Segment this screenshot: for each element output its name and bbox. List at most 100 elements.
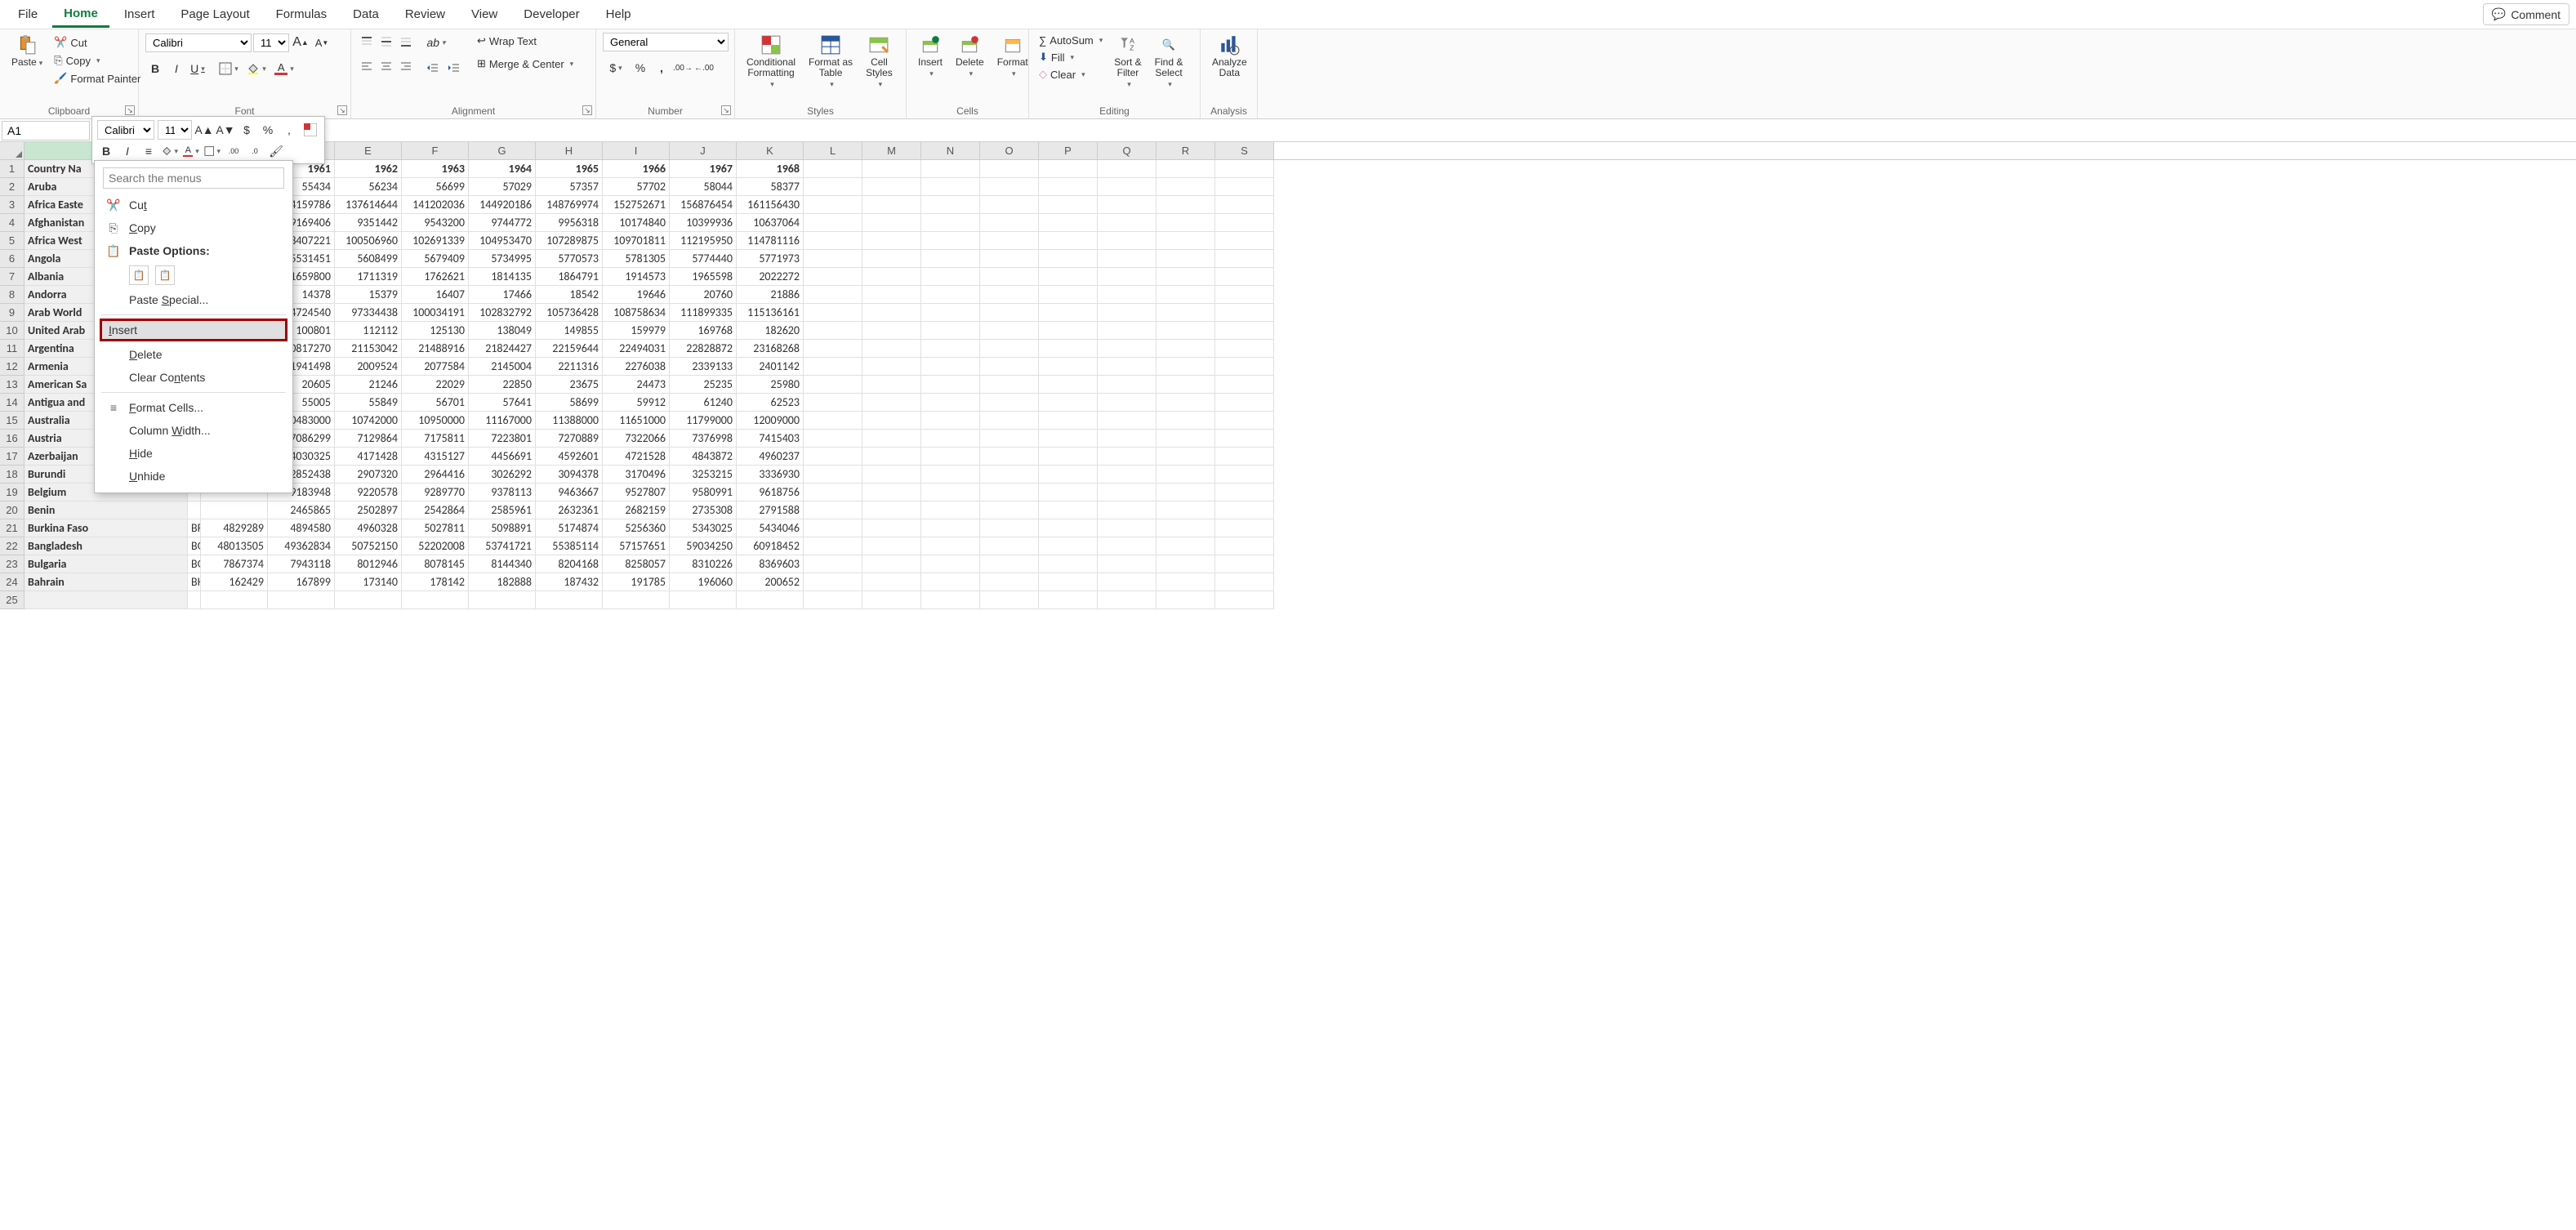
decrease-decimal-button[interactable]: ←.00 [694, 58, 714, 78]
tab-view[interactable]: View [460, 2, 509, 26]
cell[interactable]: 50752150 [335, 537, 402, 555]
cell[interactable] [921, 286, 980, 304]
cell[interactable] [1215, 448, 1274, 466]
cell[interactable] [1157, 466, 1215, 484]
col-header-R[interactable]: R [1157, 142, 1215, 159]
cell[interactable]: 4960328 [335, 519, 402, 537]
font-color-button[interactable]: A [271, 59, 297, 78]
cell[interactable] [1039, 519, 1098, 537]
cell[interactable]: 2542864 [402, 501, 469, 519]
cell[interactable]: 10742000 [335, 412, 402, 430]
cell[interactable] [921, 268, 980, 286]
cell[interactable]: 5781305 [603, 250, 670, 268]
cell[interactable]: 102691339 [402, 232, 469, 250]
cell[interactable]: 1965598 [670, 268, 737, 286]
cell[interactable] [1039, 214, 1098, 232]
cell[interactable] [862, 268, 921, 286]
cell[interactable] [1039, 250, 1098, 268]
cell[interactable]: 19646 [603, 286, 670, 304]
cell[interactable] [980, 286, 1039, 304]
row-header[interactable]: 4 [0, 214, 25, 232]
tab-help[interactable]: Help [595, 2, 643, 26]
cell[interactable]: 1965 [536, 160, 603, 178]
cell[interactable]: 2401142 [737, 358, 804, 376]
row-header[interactable]: 13 [0, 376, 25, 394]
cells-format-button[interactable]: Format [992, 33, 1033, 80]
name-box[interactable] [2, 121, 90, 140]
cell[interactable]: 58377 [737, 178, 804, 196]
cell[interactable] [1157, 178, 1215, 196]
cell[interactable]: 97334438 [335, 304, 402, 322]
row-header[interactable]: 25 [0, 591, 25, 609]
mini-accounting[interactable]: $ [238, 121, 256, 139]
cells-delete-button[interactable]: Delete [951, 33, 989, 80]
cell[interactable] [1215, 358, 1274, 376]
mini-font-select[interactable]: Calibri [97, 120, 154, 140]
cell[interactable]: 55849 [335, 394, 402, 412]
cell[interactable] [804, 358, 862, 376]
cell[interactable] [804, 160, 862, 178]
cell[interactable]: 1814135 [469, 268, 536, 286]
comments-button[interactable]: 💬 Comment [2483, 3, 2569, 25]
worksheet[interactable]: ABCDEFGHIJKLMNOPQRS 1Country Na196119621… [0, 142, 2576, 609]
alignment-dialog-launcher[interactable]: ↘ [582, 105, 592, 115]
mini-format-painter[interactable]: 🖌 [267, 142, 285, 160]
cell[interactable] [921, 196, 980, 214]
cell[interactable]: 112195950 [670, 232, 737, 250]
cell[interactable] [25, 591, 188, 609]
ctx-paste-default[interactable]: 📋 [129, 265, 149, 285]
cell[interactable]: 58044 [670, 178, 737, 196]
merge-center-button[interactable]: ⊞Merge & Center [474, 56, 577, 72]
cell[interactable]: 25980 [737, 376, 804, 394]
cell[interactable] [804, 412, 862, 430]
clipboard-dialog-launcher[interactable]: ↘ [125, 105, 135, 115]
cell[interactable] [804, 430, 862, 448]
col-header-I[interactable]: I [603, 142, 670, 159]
cell[interactable]: 5774440 [670, 250, 737, 268]
cell[interactable]: 5608499 [335, 250, 402, 268]
align-middle-icon[interactable] [377, 33, 395, 51]
cell[interactable]: 4592601 [536, 448, 603, 466]
cell[interactable]: 24473 [603, 376, 670, 394]
cell[interactable] [1215, 591, 1274, 609]
col-header-H[interactable]: H [536, 142, 603, 159]
cell[interactable]: 1963 [402, 160, 469, 178]
cell[interactable] [1098, 160, 1157, 178]
orientation-button[interactable]: ab [423, 33, 449, 52]
cell[interactable]: 60918452 [737, 537, 804, 555]
cell[interactable] [1039, 394, 1098, 412]
cell[interactable]: 22828872 [670, 340, 737, 358]
cell[interactable]: 61240 [670, 394, 737, 412]
cell[interactable] [862, 448, 921, 466]
cell[interactable] [980, 268, 1039, 286]
cell[interactable] [1215, 573, 1274, 591]
cell[interactable] [1098, 466, 1157, 484]
cell[interactable]: 21153042 [335, 340, 402, 358]
cell[interactable]: 3026292 [469, 466, 536, 484]
row-header[interactable]: 15 [0, 412, 25, 430]
cell[interactable]: 2964416 [402, 466, 469, 484]
cell[interactable] [980, 322, 1039, 340]
sort-filter-button[interactable]: AZSort &Filter [1109, 33, 1146, 91]
cell[interactable]: 57029 [469, 178, 536, 196]
tab-insert[interactable]: Insert [113, 2, 167, 26]
cell[interactable] [921, 519, 980, 537]
cell[interactable] [862, 591, 921, 609]
cell[interactable]: 7943118 [268, 555, 335, 573]
cell[interactable]: 8078145 [402, 555, 469, 573]
cell[interactable]: 57641 [469, 394, 536, 412]
cell[interactable] [1215, 555, 1274, 573]
increase-font-icon[interactable]: A▲ [291, 33, 310, 52]
cell[interactable] [862, 178, 921, 196]
cell[interactable] [921, 394, 980, 412]
cell[interactable]: 114781116 [737, 232, 804, 250]
cell[interactable]: 105736428 [536, 304, 603, 322]
cell[interactable] [921, 484, 980, 501]
cell[interactable] [1098, 178, 1157, 196]
cell[interactable]: 125130 [402, 322, 469, 340]
cell[interactable]: 9543200 [402, 214, 469, 232]
cell[interactable] [1039, 376, 1098, 394]
cell[interactable] [980, 340, 1039, 358]
cell[interactable]: 9744772 [469, 214, 536, 232]
cell[interactable]: 22159644 [536, 340, 603, 358]
